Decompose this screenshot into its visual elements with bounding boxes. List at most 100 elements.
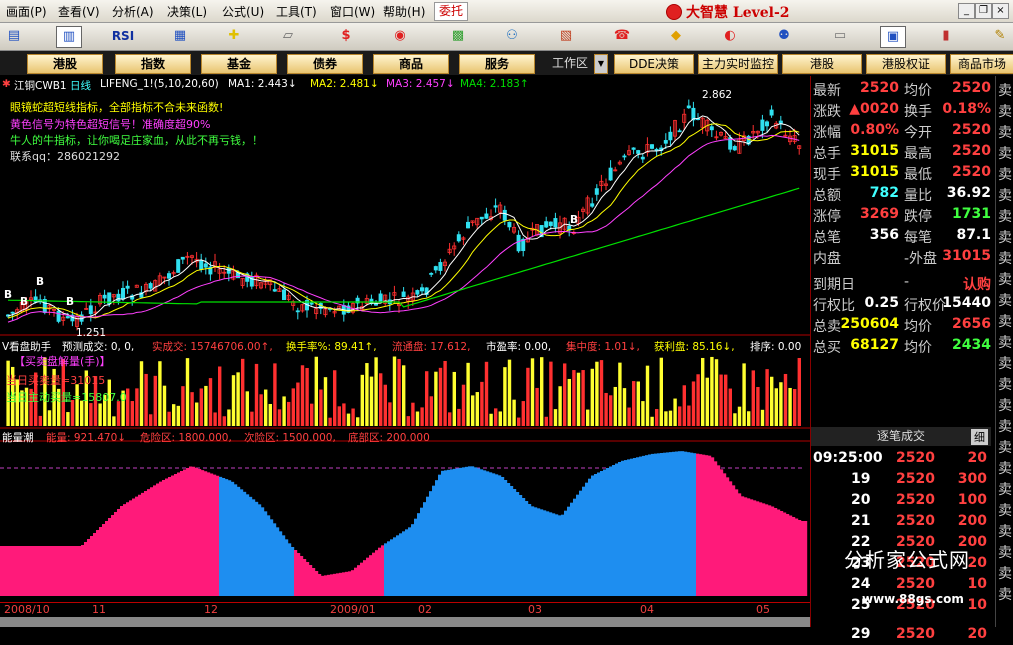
note-3: 牛人的牛指标，让你喝足庄家血，从此不再亏钱，！ (10, 134, 263, 147)
volume-bar (553, 409, 558, 426)
list-icon[interactable]: ▩ (446, 26, 470, 46)
restore-icon[interactable]: ❐ (975, 3, 992, 19)
volume-bar (411, 402, 415, 426)
volume-bar (342, 403, 346, 426)
period-label[interactable]: 日线 (70, 78, 91, 93)
date-tick: 05 (756, 603, 770, 616)
energy-segment (510, 486, 514, 596)
energy-segment (216, 475, 220, 596)
volume-bar (507, 359, 512, 426)
menu-formula[interactable]: 公式(U) (222, 3, 264, 20)
energy-segment (360, 562, 364, 596)
menu-view[interactable]: 画面(P) (6, 3, 47, 20)
volume-bar (213, 412, 217, 426)
energy-segment (186, 468, 190, 596)
workspace-label[interactable]: 工作区 (552, 54, 588, 72)
weituo-button[interactable]: 委托 (434, 2, 469, 21)
menu-help[interactable]: 帮助(H) (383, 3, 425, 20)
note-1: 眼镜蛇超短线指标，全部指标不合未来函数! (10, 101, 224, 114)
tick-volume: 300 (957, 471, 987, 487)
energy-segment (564, 510, 568, 596)
nav-button-service[interactable]: 服务 (459, 54, 535, 74)
alert-icon[interactable]: ☎ (610, 26, 634, 46)
nav-button-dde[interactable]: DDE决策 (614, 54, 694, 74)
energy-segment (180, 471, 184, 596)
nav-button-hk[interactable]: 港股 (27, 54, 103, 74)
candle-body (769, 109, 774, 116)
volume-bar (66, 412, 70, 426)
candle-body (544, 221, 549, 228)
volume-forecast: 预测成交: 0, 0, (62, 341, 135, 353)
dollar-icon[interactable]: $ (334, 26, 358, 46)
energy-segment (444, 470, 448, 596)
energy-segment (423, 502, 427, 596)
indicator-name[interactable]: LIFENG_1!(5,10,20,60) (100, 78, 219, 90)
volume-bar (300, 365, 305, 426)
candle-body (493, 205, 498, 208)
minimize-icon[interactable]: _ (958, 3, 975, 19)
energy-segment (258, 504, 262, 596)
kline-icon[interactable]: ▥ (56, 26, 82, 48)
bars-icon[interactable]: ▦ (168, 26, 192, 46)
report-icon[interactable]: ▧ (554, 26, 578, 46)
volume-title[interactable]: V看盘助手 (2, 339, 51, 354)
books-icon[interactable]: ▮ (934, 26, 958, 46)
nav-button-index[interactable]: 指数 (115, 54, 191, 74)
energy-segment (147, 489, 151, 596)
energy-segment (183, 469, 187, 596)
menu-tools[interactable]: 工具(T) (276, 3, 317, 20)
nav-button-bond[interactable]: 债券 (287, 54, 363, 74)
chart-area[interactable]: ✱ 江铜CWB1 日线 LIFENG_1!(5,10,20,60) MA1: 2… (0, 76, 810, 602)
settings-star-icon[interactable]: ✱ (2, 78, 11, 90)
tick-time: 29 (851, 626, 871, 642)
volume-bar (691, 381, 696, 426)
side-label: 卖 (998, 545, 1012, 561)
quote-label: 总手 (813, 146, 841, 162)
menu-decision[interactable]: 决策(L) (167, 3, 207, 20)
candle-body (56, 310, 61, 322)
menu-analysis[interactable]: 分析(A) (112, 3, 154, 20)
nav-button-hk-warrant[interactable]: 港股权证 (866, 54, 946, 74)
ruler-icon[interactable]: ▱ (276, 26, 300, 46)
ticks-detail-tab[interactable]: 细 (971, 429, 988, 445)
record-icon[interactable]: ◐ (718, 26, 742, 46)
ticks-header[interactable]: 逐笔成交 (811, 427, 991, 446)
energy-segment (768, 505, 772, 596)
close-icon[interactable]: × (992, 3, 1009, 19)
nav-button-commodity-market[interactable]: 商品市场 (950, 54, 1013, 74)
energy-segment (537, 508, 541, 596)
horizontal-scrollbar[interactable] (0, 617, 810, 627)
energy-segment (156, 483, 160, 596)
volume-bar (227, 409, 231, 426)
signal-icon[interactable]: ◉ (388, 26, 412, 46)
menu-check[interactable]: 查看(V) (58, 3, 100, 20)
volume-bar (609, 395, 613, 426)
nav-button-monitor[interactable]: 主力实时监控 (698, 54, 778, 74)
chart-icon[interactable]: ▤ (2, 26, 26, 46)
energy-segment (717, 465, 721, 596)
energy-title[interactable]: 能量潮 (2, 430, 34, 445)
candle-body (465, 221, 470, 229)
binoculars-icon[interactable]: ⚇ (500, 26, 524, 46)
workspace-dropdown-icon[interactable]: ▼ (594, 54, 608, 74)
nav-button-fund[interactable]: 基金 (201, 54, 277, 74)
people-icon[interactable]: ⚉ (772, 26, 796, 46)
nav-button-hk2[interactable]: 港股 (782, 54, 862, 74)
menu-window[interactable]: 窗口(W) (330, 3, 375, 20)
volume-bar (710, 356, 714, 426)
diamond-icon[interactable]: ◆ (664, 26, 688, 46)
energy-segment (663, 452, 667, 596)
bulb-icon[interactable]: ✎ (988, 26, 1012, 46)
energy-segment (789, 515, 793, 596)
energy-segment (453, 468, 457, 596)
printer-icon[interactable]: ▭ (828, 26, 852, 46)
energy-segment (309, 565, 313, 596)
energy-segment (45, 546, 49, 596)
window-icon[interactable]: ▣ (880, 26, 906, 48)
crosshair-icon[interactable]: ✚ (222, 26, 246, 46)
energy-segment (513, 489, 517, 596)
energy-segment (567, 506, 571, 596)
nav-button-commodity[interactable]: 商品 (373, 54, 449, 74)
rsi-icon[interactable]: RSI (110, 26, 136, 46)
volume-turnover: 换手率%: 89.41↑, (286, 341, 377, 353)
